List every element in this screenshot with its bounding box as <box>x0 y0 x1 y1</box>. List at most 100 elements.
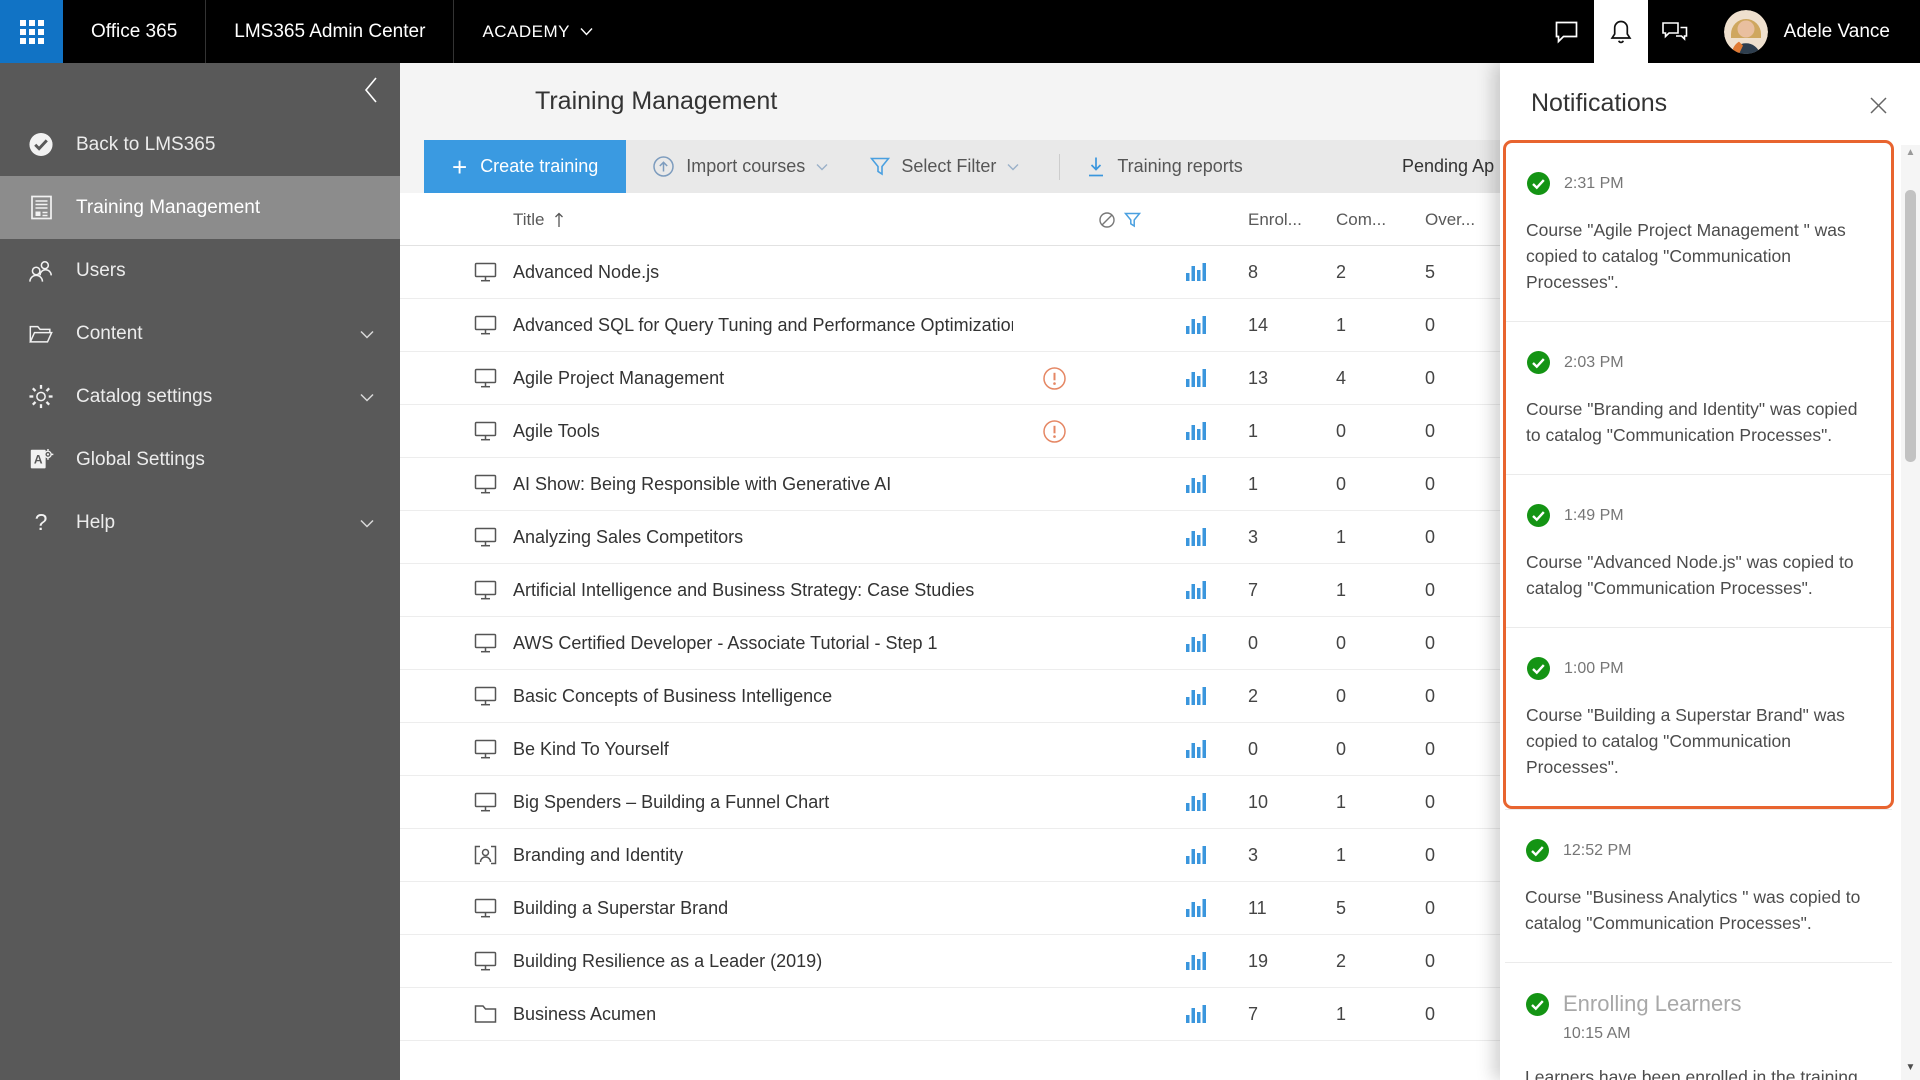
notifications-button[interactable] <box>1593 0 1648 63</box>
overdue-count: 0 <box>1425 898 1436 918</box>
completed-count: 1 <box>1336 580 1347 600</box>
course-title-link[interactable]: Artificial Intelligence and Business Str… <box>513 564 974 617</box>
chart-icon[interactable] <box>1185 473 1209 495</box>
training-reports-button[interactable]: Training reports <box>1086 156 1243 178</box>
feedback-button[interactable] <box>1648 0 1702 63</box>
panel-scrollbar[interactable]: ▲ ▼ <box>1901 145 1920 1080</box>
sidebar-collapse-button[interactable] <box>354 73 388 107</box>
scroll-down-arrow[interactable]: ▼ <box>1901 1062 1920 1078</box>
feedback-icon <box>1662 22 1688 41</box>
course-monitor-icon <box>474 527 497 547</box>
course-title-link[interactable]: Big Spenders – Building a Funnel Chart <box>513 776 829 829</box>
pending-approvals-button[interactable]: Pending Ap <box>1402 140 1494 193</box>
sidebar-item-label: Training Management <box>76 196 261 218</box>
chart-icon[interactable] <box>1185 314 1209 336</box>
course-title-link[interactable]: Business Acumen <box>513 988 656 1041</box>
active-filter-icon <box>1124 212 1141 227</box>
filter-funnel-icon <box>870 157 891 176</box>
course-title-link[interactable]: Building Resilience as a Leader (2019) <box>513 935 822 988</box>
completed-count: 0 <box>1336 686 1347 706</box>
tenant-selector[interactable]: ACADEMY <box>454 22 607 42</box>
completed-count: 5 <box>1336 898 1347 918</box>
column-header-status-icons[interactable] <box>1098 193 1141 246</box>
training-type-icon <box>473 525 499 551</box>
course-title-link[interactable]: Agile Tools <box>513 405 600 458</box>
overdue-count: 0 <box>1425 580 1436 600</box>
notifications-list: 2:31 PM Course "Agile Project Management… <box>1503 140 1894 1080</box>
notification-time: 1:49 PM <box>1564 506 1624 524</box>
overdue-count: 0 <box>1425 421 1436 441</box>
course-title-link[interactable]: Building a Superstar Brand <box>513 882 728 935</box>
user-menu[interactable]: Adele Vance <box>1702 9 1920 54</box>
chart-icon[interactable] <box>1185 738 1209 760</box>
notification-time: 2:03 PM <box>1564 353 1624 371</box>
training-type-icon <box>473 896 499 922</box>
column-header-enrolled[interactable]: Enrol... <box>1248 193 1302 246</box>
overdue-count: 0 <box>1425 633 1436 653</box>
course-title-link[interactable]: AI Show: Being Responsible with Generati… <box>513 458 891 511</box>
overdue-count: 0 <box>1425 474 1436 494</box>
notification-item[interactable]: 2:03 PM Course "Branding and Identity" w… <box>1506 321 1891 474</box>
overdue-count: 0 <box>1425 368 1436 388</box>
sidebar-item-training-management[interactable]: Training Management <box>0 176 400 239</box>
notification-item[interactable]: 12:52 PM Course "Business Analytics " wa… <box>1505 809 1892 962</box>
course-title-link[interactable]: Basic Concepts of Business Intelligence <box>513 670 832 723</box>
scrollbar-thumb[interactable] <box>1905 190 1916 462</box>
sidebar-item-users[interactable]: Users <box>0 239 400 302</box>
course-title-link[interactable]: Agile Project Management <box>513 352 724 405</box>
chat-button[interactable] <box>1540 0 1594 63</box>
office-365-link[interactable]: Office 365 <box>63 21 205 43</box>
chart-icon[interactable] <box>1185 1003 1209 1025</box>
enrolled-count: 2 <box>1248 686 1259 706</box>
plus-icon: + <box>452 151 468 182</box>
notification-item[interactable]: Enrolling Learners 10:15 AM Learners hav… <box>1505 962 1892 1080</box>
sidebar-item-global-settings[interactable]: A Global Settings <box>0 428 400 491</box>
chart-icon[interactable] <box>1185 526 1209 548</box>
chevron-down-icon <box>580 28 593 36</box>
chart-icon[interactable] <box>1185 367 1209 389</box>
warning-icon[interactable] <box>1042 419 1068 445</box>
course-title-link[interactable]: Analyzing Sales Competitors <box>513 511 743 564</box>
close-icon[interactable] <box>1866 93 1890 117</box>
chart-icon[interactable] <box>1185 950 1209 972</box>
column-header-overdue[interactable]: Over... <box>1425 193 1475 246</box>
sidebar-item-catalog-settings[interactable]: Catalog settings <box>0 365 400 428</box>
chart-icon[interactable] <box>1185 261 1209 283</box>
sidebar-item-label: Global Settings <box>76 448 205 470</box>
chart-icon[interactable] <box>1185 897 1209 919</box>
select-filter-button[interactable]: Select Filter <box>870 156 1019 177</box>
completed-count: 2 <box>1336 951 1347 971</box>
sidebar-item-back-to-lms365[interactable]: Back to LMS365 <box>0 113 400 176</box>
course-monitor-icon <box>474 474 497 494</box>
course-title-link[interactable]: Advanced SQL for Query Tuning and Perfor… <box>513 299 1013 352</box>
chart-icon[interactable] <box>1185 844 1209 866</box>
suite-top-bar: Office 365 LMS365 Admin Center ACADEMY A… <box>0 0 1920 63</box>
enrolled-count: 0 <box>1248 633 1259 653</box>
course-title-link[interactable]: Advanced Node.js <box>513 246 659 299</box>
course-title-link[interactable]: Branding and Identity <box>513 829 683 882</box>
chart-icon[interactable] <box>1185 791 1209 813</box>
training-type-icon <box>473 366 499 392</box>
column-header-completed[interactable]: Com... <box>1336 193 1386 246</box>
create-training-button[interactable]: + Create training <box>424 140 627 193</box>
avatar <box>1723 9 1768 54</box>
chart-icon[interactable] <box>1185 420 1209 442</box>
notification-item[interactable]: 1:49 PM Course "Advanced Node.js" was co… <box>1506 474 1891 627</box>
sidebar-item-help[interactable]: ? Help <box>0 491 400 554</box>
course-title-link[interactable]: AWS Certified Developer - Associate Tuto… <box>513 617 938 670</box>
notification-item[interactable]: 1:00 PM Course "Building a Superstar Bra… <box>1506 627 1891 806</box>
chart-icon[interactable] <box>1185 632 1209 654</box>
import-courses-button[interactable]: Import courses <box>652 155 828 178</box>
column-header-title[interactable]: Title <box>513 193 564 246</box>
lms365-admin-center-link[interactable]: LMS365 Admin Center <box>206 21 453 43</box>
chart-icon[interactable] <box>1185 685 1209 707</box>
notification-item[interactable]: 2:31 PM Course "Agile Project Management… <box>1506 143 1891 321</box>
sidebar-item-content[interactable]: Content <box>0 302 400 365</box>
enrolled-count: 8 <box>1248 262 1259 282</box>
warning-icon[interactable] <box>1042 366 1068 392</box>
app-launcher-icon[interactable] <box>0 0 63 63</box>
scroll-up-arrow[interactable]: ▲ <box>1901 147 1920 163</box>
chart-icon[interactable] <box>1185 579 1209 601</box>
training-type-icon <box>473 790 499 816</box>
course-title-link[interactable]: Be Kind To Yourself <box>513 723 669 776</box>
